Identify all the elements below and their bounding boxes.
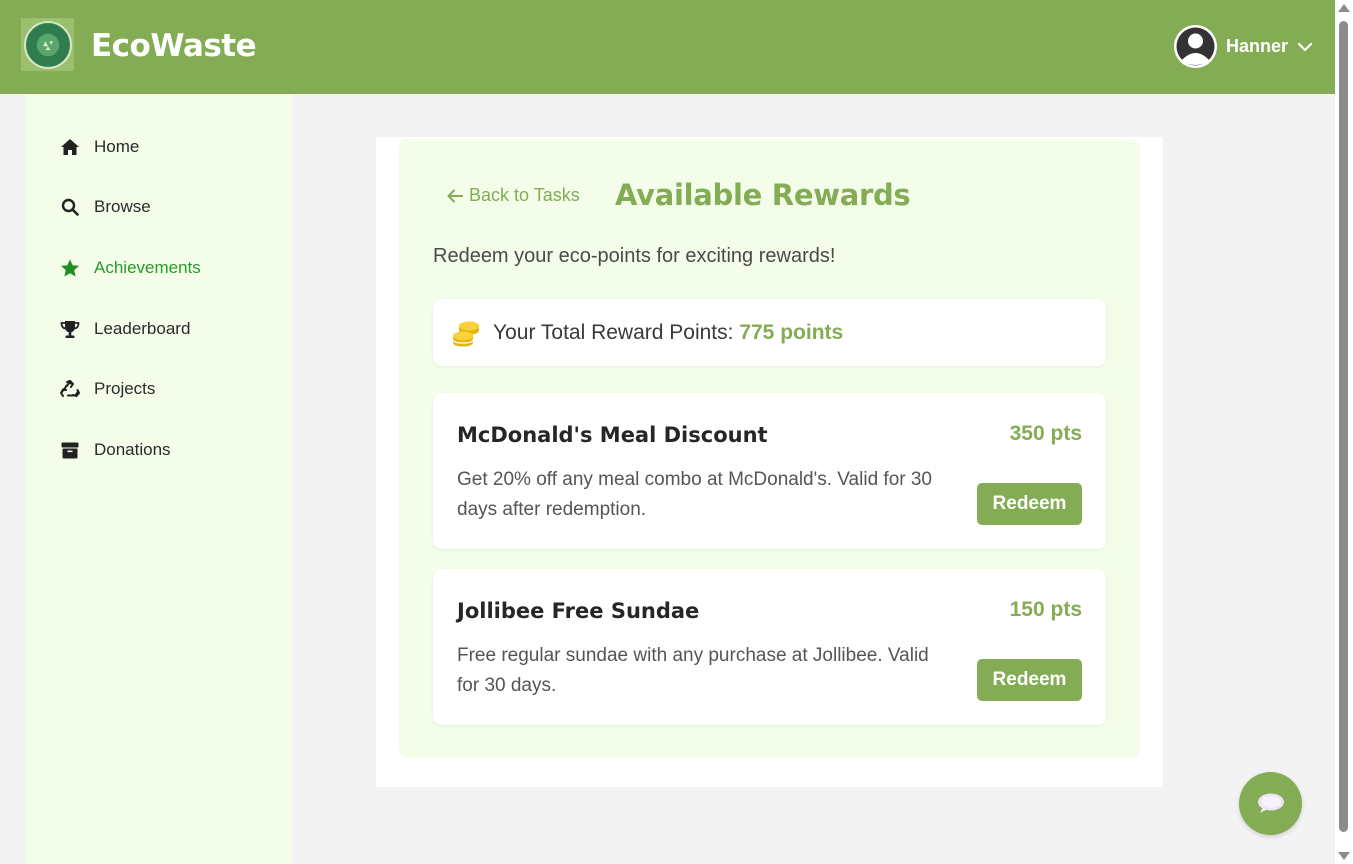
vertical-scrollbar[interactable] <box>1335 0 1353 864</box>
sidebar-item-label: Home <box>94 137 140 156</box>
user-name: Hanner <box>1225 36 1288 56</box>
points-label: Your Total Reward Points: <box>493 321 734 344</box>
page-title: Available Rewards <box>615 178 911 212</box>
logo[interactable] <box>21 18 74 71</box>
reward-card: Jollibee Free Sundae 150 pts Free regula… <box>433 569 1106 725</box>
total-points-card: Your Total Reward Points: 775 points <box>433 299 1106 366</box>
sidebar-item-donations[interactable]: Donations <box>59 439 171 461</box>
redeem-button[interactable]: Redeem <box>977 483 1082 525</box>
avatar <box>1173 25 1217 68</box>
box-icon <box>59 439 81 461</box>
sidebar-item-home[interactable]: Home <box>59 136 139 158</box>
scroll-down-arrow-icon[interactable] <box>1338 852 1350 860</box>
sidebar-item-label: Leaderboard <box>94 319 191 338</box>
back-link-label: Back to Tasks <box>469 185 580 205</box>
reward-title: McDonald's Meal Discount <box>457 423 768 447</box>
points-line: Your Total Reward Points: 775 points <box>493 321 843 345</box>
reward-title: Jollibee Free Sundae <box>457 599 700 623</box>
star-icon <box>59 257 81 279</box>
scroll-up-arrow-icon[interactable] <box>1338 4 1350 12</box>
chat-button[interactable] <box>1239 772 1302 835</box>
recycle-icon <box>59 378 81 400</box>
search-icon <box>59 196 81 218</box>
arrow-left-icon <box>447 189 463 202</box>
recycle-globe-logo-icon <box>23 20 72 69</box>
reward-card: McDonald's Meal Discount 350 pts Get 20%… <box>433 393 1106 549</box>
coins-icon <box>452 321 479 347</box>
page-subtitle: Redeem your eco-points for exciting rewa… <box>433 245 836 267</box>
sidebar-item-label: Browse <box>94 197 151 216</box>
redeem-button[interactable]: Redeem <box>977 659 1082 701</box>
sidebar-item-achievements[interactable]: Achievements <box>59 257 201 279</box>
top-header: EcoWaste Hanner <box>0 0 1335 94</box>
back-to-tasks-link[interactable]: Back to Tasks <box>447 185 580 206</box>
sidebar-item-label: Achievements <box>94 258 201 277</box>
user-menu[interactable]: Hanner <box>1173 25 1313 68</box>
sidebar: Home Browse Achievements Leaderboard Pro… <box>26 94 292 864</box>
chevron-down-icon <box>1297 42 1313 51</box>
home-icon <box>59 136 81 158</box>
reward-points: 150 pts <box>1009 598 1082 621</box>
sidebar-item-leaderboard[interactable]: Leaderboard <box>59 318 190 340</box>
scroll-thumb[interactable] <box>1339 21 1348 832</box>
sidebar-item-label: Projects <box>94 379 156 398</box>
reward-description: Free regular sundae with any purchase at… <box>457 645 929 696</box>
sidebar-item-projects[interactable]: Projects <box>59 378 155 400</box>
reward-points: 350 pts <box>1009 422 1082 445</box>
trophy-icon <box>59 318 81 340</box>
points-value: 775 points <box>739 321 844 344</box>
chat-bubble-icon <box>1257 793 1284 813</box>
sidebar-item-label: Donations <box>94 440 171 459</box>
sidebar-item-browse[interactable]: Browse <box>59 196 151 218</box>
reward-description: Get 20% off any meal combo at McDonald's… <box>457 469 932 520</box>
brand-name[interactable]: EcoWaste <box>91 28 257 64</box>
